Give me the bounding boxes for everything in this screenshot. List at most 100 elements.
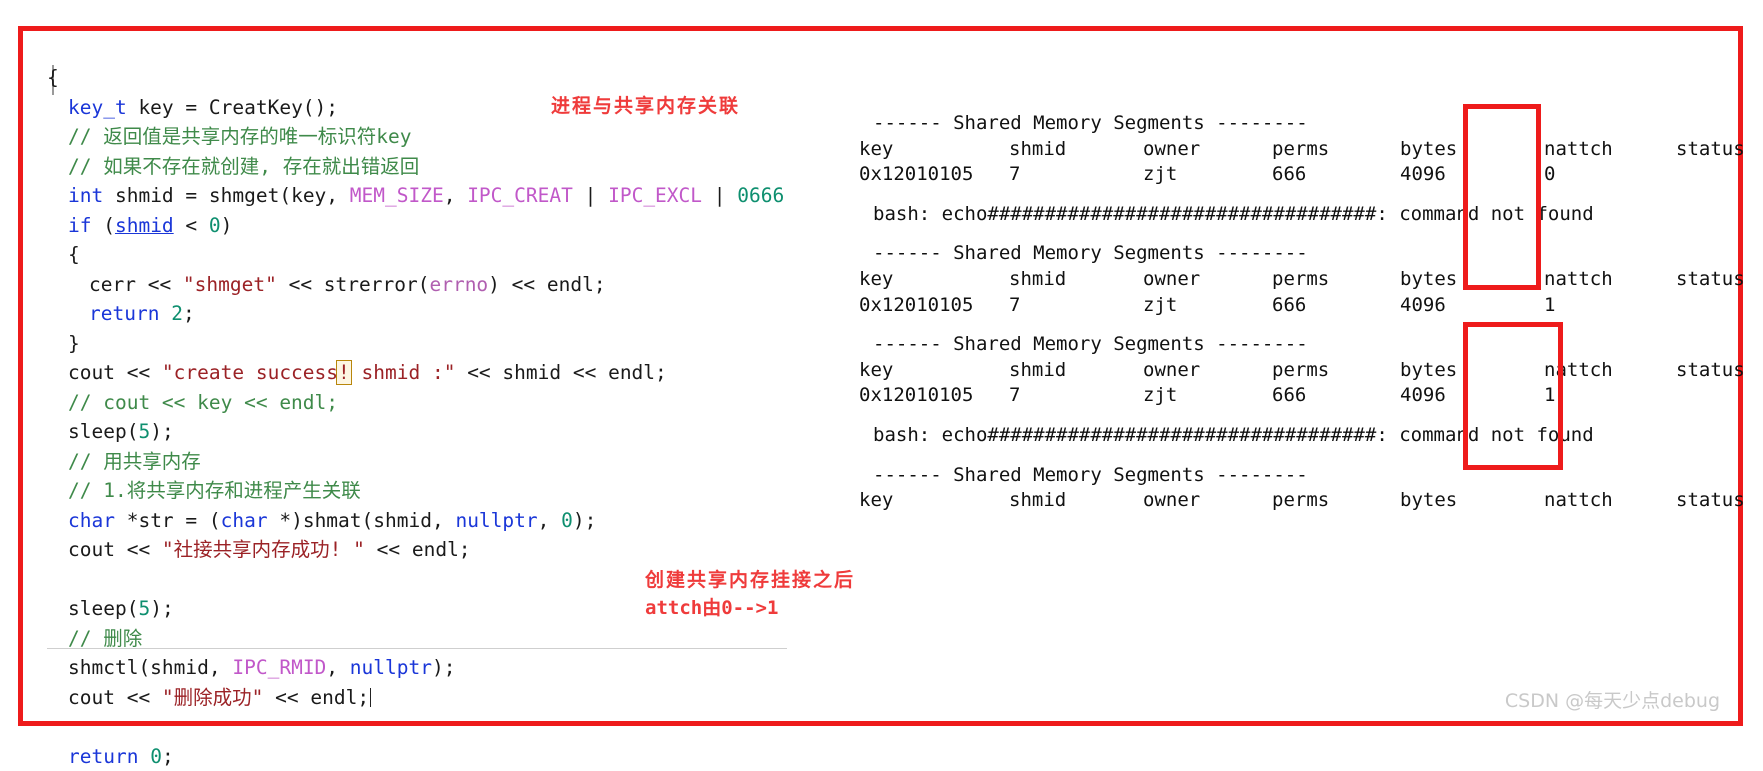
code-token-macro: IPC_EXCL: [608, 184, 702, 207]
code-token-num: 0666: [737, 184, 784, 207]
code-line[interactable]: return 2;: [47, 299, 807, 329]
terminal-column-header-owner: owner: [1143, 137, 1200, 163]
code-line[interactable]: shmctl(shmid, IPC_RMID, nullptr);: [47, 653, 807, 683]
terminal-column-header-owner: owner: [1143, 358, 1200, 384]
terminal-blank-line: [859, 318, 1739, 332]
code-token-macro: MEM_SIZE: [350, 184, 444, 207]
terminal-column-header-status: status: [1676, 358, 1745, 384]
code-token-plain: );: [150, 597, 173, 620]
terminal-cell-owner: zjt: [1143, 293, 1177, 319]
code-token-plain: key = CreatKey();: [127, 96, 338, 119]
terminal-cell-shmid: 7: [1009, 162, 1020, 188]
terminal-cell-owner: zjt: [1143, 383, 1177, 409]
terminal-segments-header: ------ Shared Memory Segments --------: [859, 332, 1739, 358]
code-token-kw: char: [221, 509, 268, 532]
terminal-cell-nattch: 0: [1544, 162, 1555, 188]
terminal-column-header-key: key: [859, 488, 893, 514]
terminal-output-pane: ------ Shared Memory Segments --------ke…: [859, 111, 1739, 514]
code-line[interactable]: [47, 712, 807, 742]
terminal-cell-bytes: 4096: [1400, 162, 1446, 188]
code-line[interactable]: if (shmid < 0): [47, 211, 807, 241]
code-token-plain: {: [68, 243, 80, 266]
code-line[interactable]: // cout << key << endl;: [47, 388, 807, 418]
code-token-plain: );: [573, 509, 596, 532]
code-line[interactable]: cout << "删除成功" << endl;: [47, 683, 807, 713]
code-token-plain: cerr <<: [89, 273, 183, 296]
terminal-column-header-perms: perms: [1272, 488, 1329, 514]
code-token-cmt: // 用共享内存: [68, 450, 201, 473]
code-line[interactable]: sleep(5);: [47, 417, 807, 447]
terminal-column-header-bytes: bytes: [1400, 488, 1457, 514]
code-token-type: key_t: [68, 96, 127, 119]
code-line[interactable]: cout << "社接共享内存成功! " << endl;: [47, 535, 807, 565]
terminal-blank-line: [859, 449, 1739, 463]
annotation-after-attach-line1: 创建共享内存挂接之后: [645, 565, 855, 592]
code-token-kw: char: [68, 509, 115, 532]
code-token-plain: |: [573, 184, 608, 207]
code-token-kw: int: [68, 184, 103, 207]
terminal-column-header-nattch: nattch: [1544, 267, 1613, 293]
text-caret: [370, 688, 371, 707]
code-token-cmt: // cout << key << endl;: [68, 391, 338, 414]
code-line[interactable]: return 0;: [47, 742, 807, 771]
terminal-cell-owner: zjt: [1143, 162, 1177, 188]
code-token-plain: ,: [538, 509, 561, 532]
terminal-column-header-bytes: bytes: [1400, 358, 1457, 384]
terminal-blank-line: [859, 227, 1739, 241]
code-token-plain: [138, 745, 150, 768]
code-line[interactable]: cerr << "shmget" << strerror(errno) << e…: [47, 270, 807, 300]
code-line[interactable]: {: [47, 240, 807, 270]
terminal-segments-header: ------ Shared Memory Segments --------: [859, 111, 1739, 137]
terminal-bash-error-line: bash: echo##############################…: [859, 202, 1739, 228]
code-token-plain: << endl;: [365, 538, 471, 561]
terminal-column-header-perms: perms: [1272, 358, 1329, 384]
terminal-column-header-shmid: shmid: [1009, 137, 1066, 163]
code-line[interactable]: }: [47, 329, 807, 359]
terminal-segments-header: ------ Shared Memory Segments --------: [859, 241, 1739, 267]
terminal-column-header-row: keyshmidownerpermsbytesnattchstatus: [859, 267, 1739, 293]
terminal-blank-line: [859, 188, 1739, 202]
code-line[interactable]: {: [47, 63, 807, 93]
code-editor-pane[interactable]: { key_t key = CreatKey(); // 返回值是共享内存的唯一标识…: [47, 63, 807, 753]
code-token-cmt: // 如果不存在就创建, 存在就出错返回: [68, 155, 419, 178]
code-line[interactable]: // 如果不存在就创建, 存在就出错返回: [47, 152, 807, 182]
terminal-column-header-owner: owner: [1143, 267, 1200, 293]
code-line[interactable]: // 返回值是共享内存的唯一标识符key: [47, 122, 807, 152]
current-line-underline: [47, 648, 787, 649]
code-token-num: 0: [561, 509, 573, 532]
code-token-plain: |: [702, 184, 737, 207]
code-token-str: shmid :": [350, 361, 456, 384]
code-token-str: "社接共享内存成功! ": [162, 538, 365, 561]
code-token-macro: IPC_CREAT: [467, 184, 573, 207]
csdn-watermark: CSDN @每天少点debug: [1505, 686, 1720, 713]
terminal-column-header-key: key: [859, 358, 893, 384]
terminal-column-header-row: keyshmidownerpermsbytesnattchstatus: [859, 137, 1739, 163]
annotation-after-attach-line2: attch由0-->1: [645, 593, 778, 620]
code-token-cmt: // 删除: [68, 627, 142, 650]
code-line[interactable]: // 用共享内存: [47, 447, 807, 477]
terminal-bash-error-line: bash: echo##############################…: [859, 423, 1739, 449]
terminal-cell-perms: 666: [1272, 293, 1306, 319]
terminal-column-header-bytes: bytes: [1400, 267, 1457, 293]
code-token-num: 5: [138, 420, 150, 443]
code-token-plain: ;: [183, 302, 195, 325]
code-token-plain: [159, 302, 171, 325]
code-line[interactable]: cout << "create success! shmid :" << shm…: [47, 358, 807, 388]
code-token-plain: *str = (: [115, 509, 221, 532]
code-token-plain: <: [174, 214, 209, 237]
code-token-plain: << endl;: [263, 686, 369, 709]
code-token-ul: shmid: [115, 214, 174, 237]
terminal-cell-perms: 666: [1272, 383, 1306, 409]
code-line[interactable]: int shmid = shmget(key, MEM_SIZE, IPC_CR…: [47, 181, 807, 211]
terminal-column-header-bytes: bytes: [1400, 137, 1457, 163]
code-token-kw: if: [68, 214, 91, 237]
terminal-column-header-status: status: [1676, 488, 1745, 514]
code-line[interactable]: char *str = (char *)shmat(shmid, nullptr…: [47, 506, 807, 536]
code-token-plain: cout <<: [68, 361, 162, 384]
terminal-column-header-shmid: shmid: [1009, 267, 1066, 293]
code-token-plain: );: [432, 656, 455, 679]
code-token-num: 5: [138, 597, 150, 620]
code-token-plain: sleep(: [68, 420, 138, 443]
code-token-plain: {: [47, 66, 59, 89]
code-line[interactable]: // 1.将共享内存和进程产生关联: [47, 476, 807, 506]
